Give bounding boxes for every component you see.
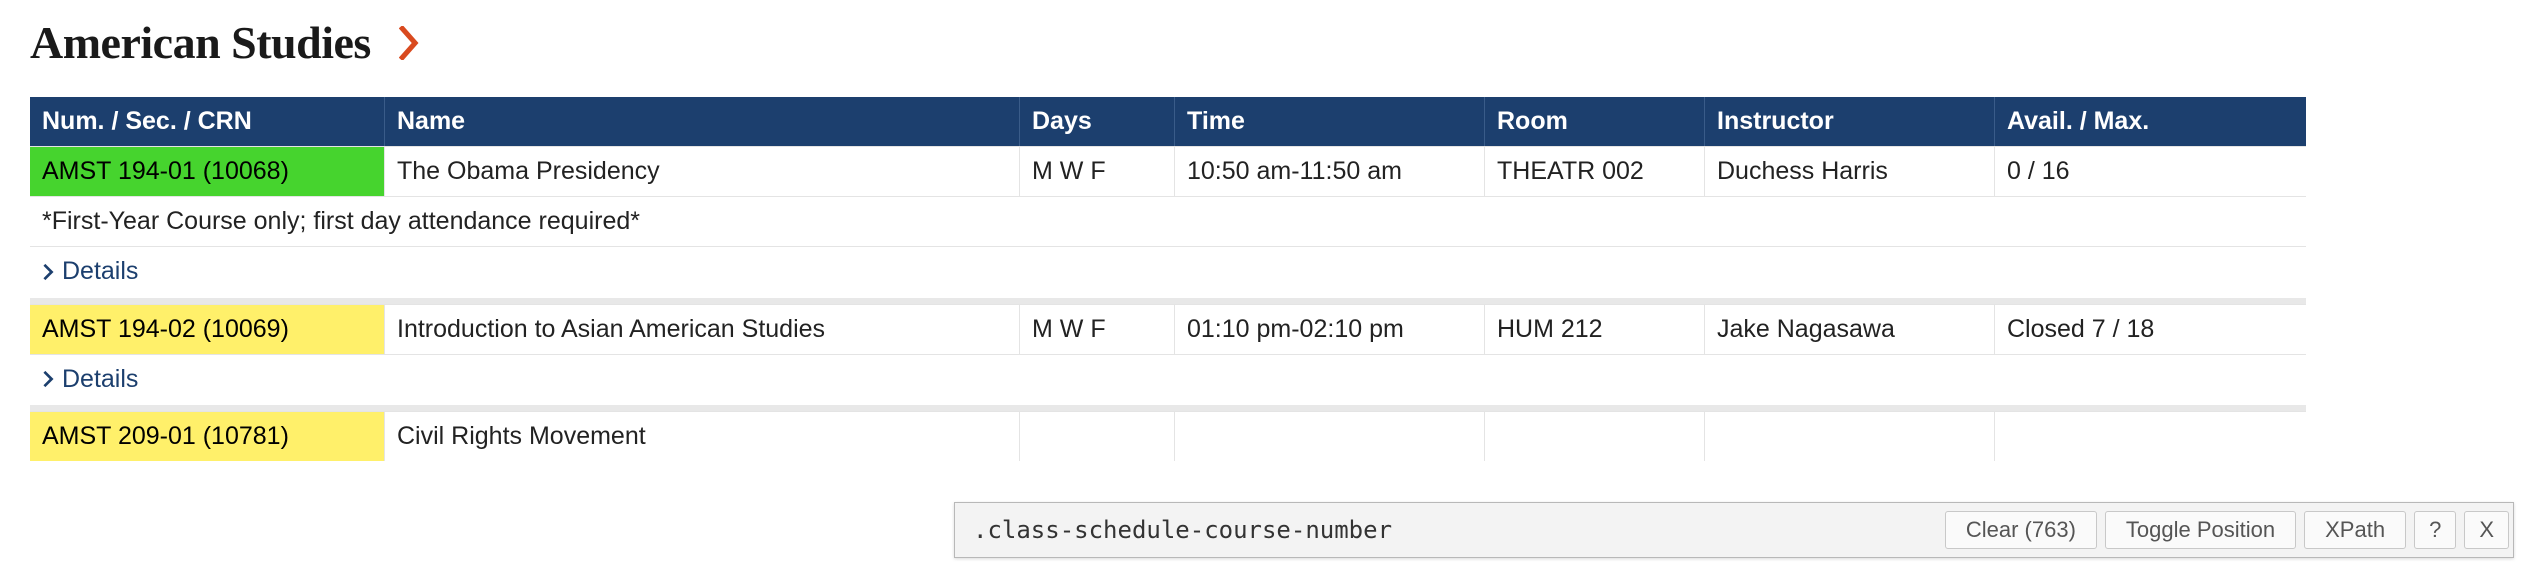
cell-course-avail: 0 / 16: [1995, 146, 2306, 196]
cell-course-instructor: [1705, 411, 1995, 461]
toggle-position-button[interactable]: Toggle Position: [2105, 511, 2296, 549]
cell-course-instructor: Duchess Harris: [1705, 146, 1995, 196]
cell-course-number: AMST 209-01 (10781): [30, 411, 385, 461]
course-note: *First-Year Course only; first day atten…: [30, 196, 2306, 246]
col-header-room[interactable]: Room: [1485, 97, 1705, 146]
cell-course-room: [1485, 411, 1705, 461]
cell-course-days: M W F: [1020, 304, 1175, 354]
clear-button[interactable]: Clear (763): [1945, 511, 2097, 549]
table-note-row: *First-Year Course only; first day atten…: [30, 196, 2306, 246]
cell-course-days: M W F: [1020, 146, 1175, 196]
table-row: AMST 194-02 (10069) Introduction to Asia…: [30, 304, 2306, 354]
table-row: AMST 209-01 (10781) Civil Rights Movemen…: [30, 411, 2306, 461]
table-details-row: Details: [30, 354, 2306, 406]
page-heading-row: American Studies: [30, 16, 2496, 69]
course-schedule-table: Num. / Sec. / CRN Name Days Time Room In…: [30, 97, 2306, 461]
cell-course-instructor: Jake Nagasawa: [1705, 304, 1995, 354]
cell-course-time: 10:50 am-11:50 am: [1175, 146, 1485, 196]
table-details-row: Details: [30, 246, 2306, 298]
col-header-num[interactable]: Num. / Sec. / CRN: [30, 97, 385, 146]
col-header-instructor[interactable]: Instructor: [1705, 97, 1995, 146]
cell-course-name: Civil Rights Movement: [385, 411, 1020, 461]
col-header-avail[interactable]: Avail. / Max.: [1995, 97, 2306, 146]
col-header-time[interactable]: Time: [1175, 97, 1485, 146]
cell-course-name: Introduction to Asian American Studies: [385, 304, 1020, 354]
table-row: AMST 194-01 (10068) The Obama Presidency…: [30, 146, 2306, 196]
cell-course-room: HUM 212: [1485, 304, 1705, 354]
cell-course-room: THEATR 002: [1485, 146, 1705, 196]
chevron-right-icon[interactable]: [399, 26, 421, 60]
cell-course-number: AMST 194-01 (10068): [30, 146, 385, 196]
close-button[interactable]: X: [2464, 511, 2509, 549]
cell-course-avail: [1995, 411, 2306, 461]
cell-course-name: The Obama Presidency: [385, 146, 1020, 196]
details-label: Details: [62, 365, 138, 394]
details-toggle[interactable]: Details: [42, 257, 138, 286]
selector-inspector-bar: Clear (763) Toggle Position XPath ? X: [954, 502, 2514, 558]
details-toggle[interactable]: Details: [42, 365, 138, 394]
xpath-button[interactable]: XPath: [2304, 511, 2406, 549]
cell-course-time: 01:10 pm-02:10 pm: [1175, 304, 1485, 354]
chevron-right-icon: [42, 370, 54, 388]
selector-input[interactable]: [955, 503, 1941, 557]
help-button[interactable]: ?: [2414, 511, 2456, 549]
col-header-days[interactable]: Days: [1020, 97, 1175, 146]
details-label: Details: [62, 257, 138, 286]
chevron-right-icon: [42, 263, 54, 281]
cell-course-time: [1175, 411, 1485, 461]
cell-course-number: AMST 194-02 (10069): [30, 304, 385, 354]
page-title[interactable]: American Studies: [30, 16, 371, 69]
cell-course-avail: Closed 7 / 18: [1995, 304, 2306, 354]
col-header-name[interactable]: Name: [385, 97, 1020, 146]
cell-course-days: [1020, 411, 1175, 461]
table-header-row: Num. / Sec. / CRN Name Days Time Room In…: [30, 97, 2306, 146]
